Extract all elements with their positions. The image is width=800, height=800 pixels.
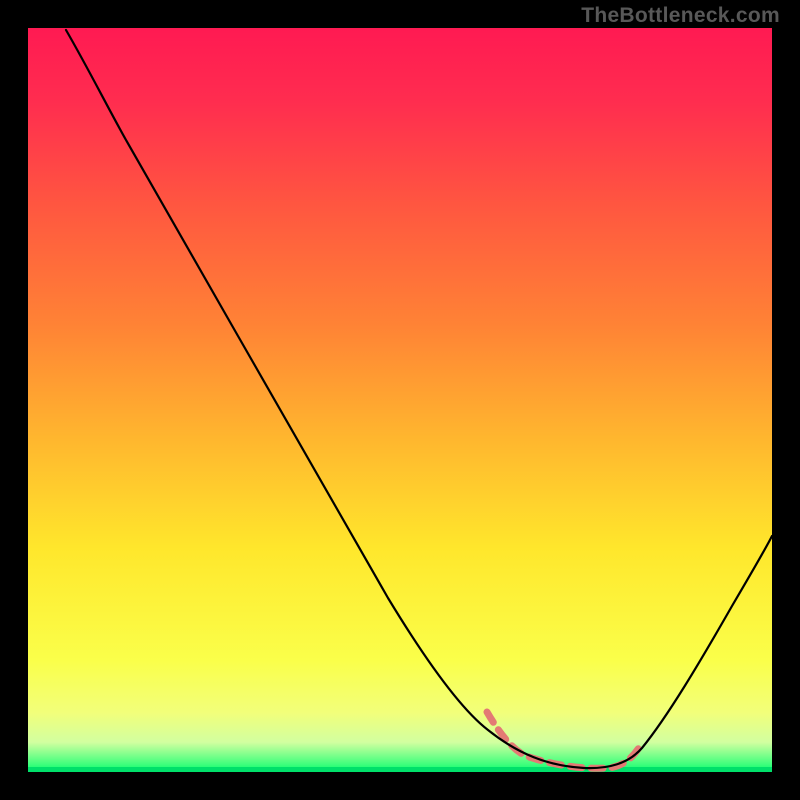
chart-container: TheBottleneck.com [0, 0, 800, 800]
highlight-dashed-segment [487, 712, 640, 768]
plot-area [28, 28, 772, 772]
bottleneck-curve [66, 30, 772, 768]
curve-svg [28, 28, 772, 772]
watermark-text: TheBottleneck.com [581, 4, 780, 28]
